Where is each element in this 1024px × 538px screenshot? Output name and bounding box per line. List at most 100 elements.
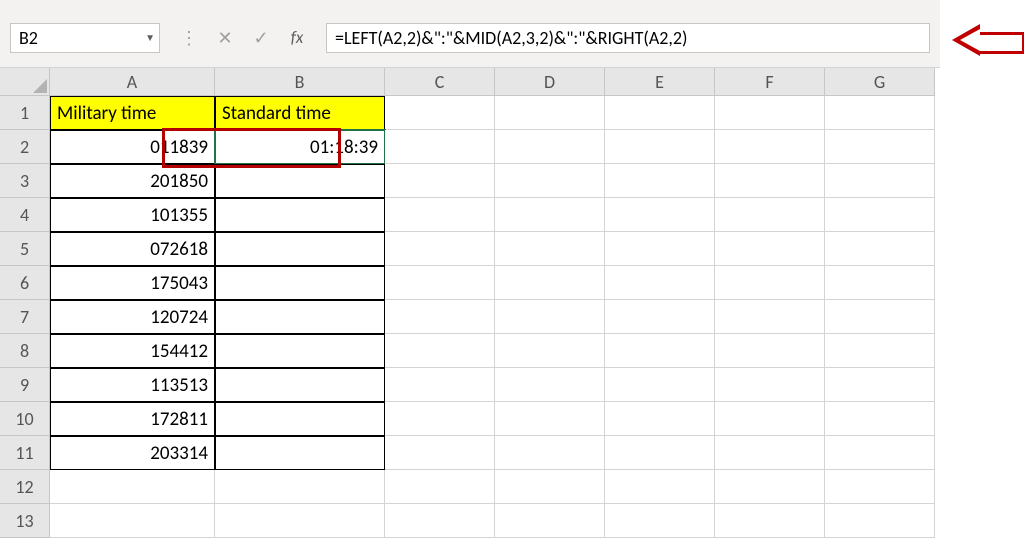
cell-G1[interactable] bbox=[825, 96, 935, 130]
row-header-6[interactable]: 6 bbox=[0, 266, 50, 300]
cell-F13[interactable] bbox=[715, 504, 825, 538]
col-header-D[interactable]: D bbox=[495, 68, 605, 96]
cell-D6[interactable] bbox=[495, 266, 605, 300]
cell-F4[interactable] bbox=[715, 198, 825, 232]
cell-B10[interactable] bbox=[215, 402, 385, 436]
row-header-3[interactable]: 3 bbox=[0, 164, 50, 198]
cell-D7[interactable] bbox=[495, 300, 605, 334]
cell-E11[interactable] bbox=[605, 436, 715, 470]
cell-B4[interactable] bbox=[215, 198, 385, 232]
fx-icon[interactable]: fx bbox=[286, 27, 308, 48]
cell-D5[interactable] bbox=[495, 232, 605, 266]
cell-E13[interactable] bbox=[605, 504, 715, 538]
row-header-1[interactable]: 1 bbox=[0, 96, 50, 130]
cell-B6[interactable] bbox=[215, 266, 385, 300]
cell-A13[interactable] bbox=[50, 504, 215, 538]
cell-E1[interactable] bbox=[605, 96, 715, 130]
cell-G5[interactable] bbox=[825, 232, 935, 266]
cell-B1[interactable]: Standard time bbox=[215, 96, 385, 130]
name-box-dropdown-icon[interactable]: ▼ bbox=[145, 31, 155, 44]
row-header-8[interactable]: 8 bbox=[0, 334, 50, 368]
row-header-5[interactable]: 5 bbox=[0, 232, 50, 266]
row-header-9[interactable]: 9 bbox=[0, 368, 50, 402]
cell-A3[interactable]: 201850 bbox=[50, 164, 215, 198]
cell-B12[interactable] bbox=[215, 470, 385, 504]
col-header-F[interactable]: F bbox=[715, 68, 825, 96]
cell-D1[interactable] bbox=[495, 96, 605, 130]
cell-C2[interactable] bbox=[385, 130, 495, 164]
col-header-C[interactable]: C bbox=[385, 68, 495, 96]
cell-A4[interactable]: 101355 bbox=[50, 198, 215, 232]
cell-A8[interactable]: 154412 bbox=[50, 334, 215, 368]
cell-D2[interactable] bbox=[495, 130, 605, 164]
col-header-E[interactable]: E bbox=[605, 68, 715, 96]
cancel-icon[interactable]: ✕ bbox=[214, 27, 236, 49]
cell-F9[interactable] bbox=[715, 368, 825, 402]
cell-G13[interactable] bbox=[825, 504, 935, 538]
cell-F7[interactable] bbox=[715, 300, 825, 334]
cell-F11[interactable] bbox=[715, 436, 825, 470]
cell-F2[interactable] bbox=[715, 130, 825, 164]
cell-B7[interactable] bbox=[215, 300, 385, 334]
cell-C6[interactable] bbox=[385, 266, 495, 300]
row-header-12[interactable]: 12 bbox=[0, 470, 50, 504]
cell-G11[interactable] bbox=[825, 436, 935, 470]
cell-C9[interactable] bbox=[385, 368, 495, 402]
cell-D4[interactable] bbox=[495, 198, 605, 232]
cell-A1[interactable]: Military time bbox=[50, 96, 215, 130]
cell-A10[interactable]: 172811 bbox=[50, 402, 215, 436]
cell-C7[interactable] bbox=[385, 300, 495, 334]
row-header-7[interactable]: 7 bbox=[0, 300, 50, 334]
cell-F5[interactable] bbox=[715, 232, 825, 266]
cell-F12[interactable] bbox=[715, 470, 825, 504]
cell-G2[interactable] bbox=[825, 130, 935, 164]
formula-input[interactable]: =LEFT(A2,2)&":"&MID(A2,3,2)&":"&RIGHT(A2… bbox=[326, 23, 930, 53]
more-icon[interactable]: ⋮ bbox=[178, 27, 200, 49]
cell-G6[interactable] bbox=[825, 266, 935, 300]
cell-E7[interactable] bbox=[605, 300, 715, 334]
cell-G4[interactable] bbox=[825, 198, 935, 232]
enter-icon[interactable]: ✓ bbox=[250, 27, 272, 49]
cell-C13[interactable] bbox=[385, 504, 495, 538]
name-box[interactable]: B2 ▼ bbox=[10, 23, 160, 53]
cell-A12[interactable] bbox=[50, 470, 215, 504]
cell-A9[interactable]: 113513 bbox=[50, 368, 215, 402]
cell-G10[interactable] bbox=[825, 402, 935, 436]
cell-A11[interactable]: 203314 bbox=[50, 436, 215, 470]
cell-G3[interactable] bbox=[825, 164, 935, 198]
cell-C12[interactable] bbox=[385, 470, 495, 504]
row-header-2[interactable]: 2 bbox=[0, 130, 50, 164]
cell-B5[interactable] bbox=[215, 232, 385, 266]
cell-D11[interactable] bbox=[495, 436, 605, 470]
cell-B11[interactable] bbox=[215, 436, 385, 470]
cell-B9[interactable] bbox=[215, 368, 385, 402]
cell-F6[interactable] bbox=[715, 266, 825, 300]
cell-C8[interactable] bbox=[385, 334, 495, 368]
cell-E8[interactable] bbox=[605, 334, 715, 368]
cell-D12[interactable] bbox=[495, 470, 605, 504]
cell-D9[interactable] bbox=[495, 368, 605, 402]
row-header-13[interactable]: 13 bbox=[0, 504, 50, 538]
cell-B3[interactable] bbox=[215, 164, 385, 198]
cell-G8[interactable] bbox=[825, 334, 935, 368]
row-header-10[interactable]: 10 bbox=[0, 402, 50, 436]
cell-C3[interactable] bbox=[385, 164, 495, 198]
cell-A7[interactable]: 120724 bbox=[50, 300, 215, 334]
cell-E9[interactable] bbox=[605, 368, 715, 402]
cell-E5[interactable] bbox=[605, 232, 715, 266]
select-all-corner[interactable] bbox=[0, 68, 50, 96]
cell-C1[interactable] bbox=[385, 96, 495, 130]
row-header-4[interactable]: 4 bbox=[0, 198, 50, 232]
cell-C4[interactable] bbox=[385, 198, 495, 232]
cell-E6[interactable] bbox=[605, 266, 715, 300]
cell-B8[interactable] bbox=[215, 334, 385, 368]
cell-C5[interactable] bbox=[385, 232, 495, 266]
cell-F10[interactable] bbox=[715, 402, 825, 436]
cell-A6[interactable]: 175043 bbox=[50, 266, 215, 300]
cell-F3[interactable] bbox=[715, 164, 825, 198]
cell-E4[interactable] bbox=[605, 198, 715, 232]
row-header-11[interactable]: 11 bbox=[0, 436, 50, 470]
cell-C11[interactable] bbox=[385, 436, 495, 470]
cell-E3[interactable] bbox=[605, 164, 715, 198]
col-header-B[interactable]: B bbox=[215, 68, 385, 96]
